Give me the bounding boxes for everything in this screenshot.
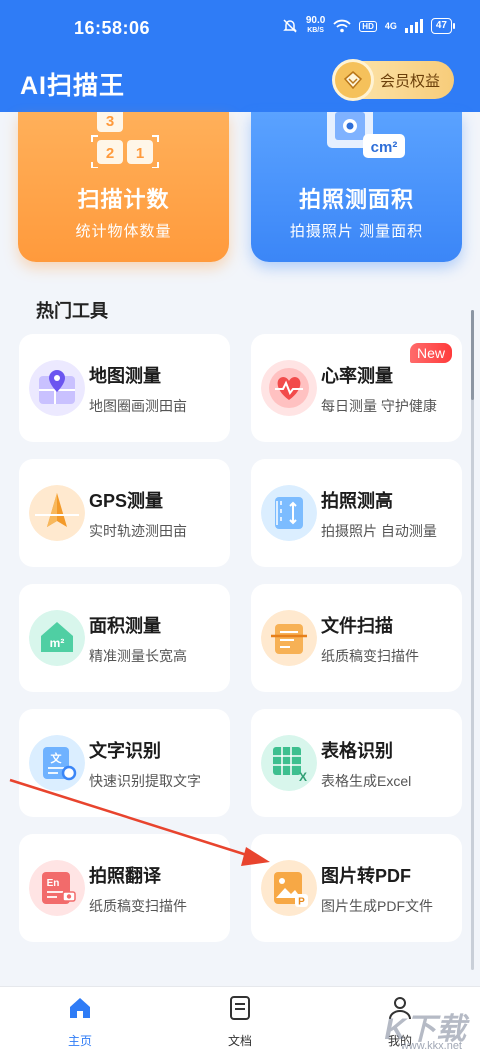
hot-tools-title: 热门工具 bbox=[36, 301, 108, 321]
vip-benefits-label: 会员权益 bbox=[380, 72, 441, 90]
feature-card-scan-count[interactable]: 3 2 1 扫描计数 统计物体数量 bbox=[18, 112, 229, 262]
tool-desc: 表格生成Excel bbox=[321, 773, 412, 789]
tool-desc: 拍摄照片 自动测量 bbox=[321, 523, 437, 539]
nav-home-label: 主页 bbox=[67, 1034, 92, 1048]
status-bar: 16:58:06 90.0 KB/S HD 4G 47 bbox=[0, 0, 480, 52]
tool-name: 心率测量 bbox=[321, 366, 393, 386]
pdf-glyph: P bbox=[298, 897, 305, 908]
network-speed: 90.0 KB/S bbox=[306, 16, 325, 36]
home-icon bbox=[70, 998, 90, 1018]
scrollbar-thumb[interactable] bbox=[471, 310, 474, 400]
count-digit-3: 3 bbox=[106, 113, 114, 130]
tool-desc: 地图圈画测田亩 bbox=[89, 398, 187, 414]
tool-name: 文字识别 bbox=[89, 741, 161, 761]
tool-photo-height[interactable]: 拍照测高 拍摄照片 自动测量 bbox=[251, 459, 462, 567]
tool-map-measure[interactable]: 地图测量 地图圈画测田亩 bbox=[19, 334, 230, 442]
tool-photo-translate[interactable]: En 拍照翻译 纸质稿变扫描件 bbox=[19, 834, 230, 942]
excel-glyph: X bbox=[299, 770, 307, 784]
tool-desc: 纸质稿变扫描件 bbox=[89, 898, 187, 914]
area-unit-label: cm² bbox=[371, 139, 398, 156]
tool-name: 图片转PDF bbox=[321, 866, 411, 886]
tool-desc: 快速识别提取文字 bbox=[89, 773, 201, 789]
signal-icon bbox=[404, 19, 423, 33]
tool-desc: 纸质稿变扫描件 bbox=[321, 648, 419, 664]
nav-documents[interactable]: 文档 bbox=[200, 995, 280, 1049]
gps-compass-icon bbox=[29, 485, 85, 541]
tool-desc: 图片生成PDF文件 bbox=[321, 898, 433, 914]
document-icon bbox=[230, 996, 250, 1020]
tool-name: 地图测量 bbox=[89, 366, 161, 386]
wifi-icon bbox=[333, 19, 351, 33]
tool-desc: 每日测量 守护健康 bbox=[321, 398, 437, 414]
tool-name: 面积测量 bbox=[89, 616, 161, 636]
area-measure-icon: cm² bbox=[327, 112, 405, 158]
network-type: 4G bbox=[384, 21, 397, 31]
mute-bell-icon bbox=[283, 19, 297, 33]
tool-name: 拍照测高 bbox=[321, 491, 393, 511]
photo-translate-icon: En bbox=[29, 860, 85, 916]
app-title: AI扫描王 bbox=[20, 72, 126, 100]
hd-badge: HD bbox=[359, 20, 377, 32]
vip-diamond-icon bbox=[332, 59, 374, 101]
area-house-icon: m² bbox=[29, 610, 85, 666]
count-digit-1: 1 bbox=[136, 145, 144, 162]
feature-card-title: 拍照测面积 bbox=[298, 187, 414, 212]
tool-heart-rate[interactable]: 心率测量 每日测量 守护健康 New bbox=[251, 334, 462, 442]
feature-card-title: 扫描计数 bbox=[77, 187, 170, 212]
vip-benefits-button[interactable]: 会员权益 bbox=[332, 59, 454, 101]
feature-card-photo-area[interactable]: cm² 拍照测面积 拍摄照片 测量面积 bbox=[251, 112, 462, 262]
document-scan-icon bbox=[261, 610, 317, 666]
heart-rate-icon bbox=[261, 360, 317, 416]
table-excel-icon: X bbox=[261, 735, 317, 791]
status-icons: 90.0 KB/S HD 4G 47 bbox=[282, 16, 456, 36]
tool-gps-measure[interactable]: GPS测量 实时轨迹测田亩 bbox=[19, 459, 230, 567]
feature-card-subtitle: 统计物体数量 bbox=[75, 223, 172, 240]
feature-card-subtitle: 拍摄照片 测量面积 bbox=[289, 223, 424, 240]
tool-name: 拍照翻译 bbox=[89, 866, 161, 886]
tool-table-recognition[interactable]: X 表格识别 表格生成Excel bbox=[251, 709, 462, 817]
network-speed-value: 90.0 bbox=[305, 15, 326, 26]
count-blocks-icon: 3 2 1 bbox=[91, 112, 159, 168]
tool-desc: 精准测量长宽高 bbox=[89, 648, 187, 664]
status-time: 16:58:06 bbox=[74, 18, 151, 38]
scrollbar-track[interactable] bbox=[471, 310, 474, 970]
app-header: 16:58:06 90.0 KB/S HD 4G 47 AI扫描王 会员权益 bbox=[0, 0, 480, 112]
tool-area-measure[interactable]: m² 面积测量 精准测量长宽高 bbox=[19, 584, 230, 692]
map-pin-icon bbox=[29, 360, 85, 416]
text-recognition-glyph: 文 bbox=[51, 751, 63, 765]
tool-name: 表格识别 bbox=[321, 741, 393, 761]
image-to-pdf-icon: P bbox=[261, 860, 317, 916]
translate-glyph: En bbox=[47, 878, 60, 889]
height-measure-icon bbox=[261, 485, 317, 541]
tool-image-to-pdf[interactable]: P 图片转PDF 图片生成PDF文件 bbox=[251, 834, 462, 942]
tool-name: 文件扫描 bbox=[321, 616, 393, 636]
network-speed-unit: KB/S bbox=[307, 27, 324, 34]
tool-document-scan[interactable]: 文件扫描 纸质稿变扫描件 bbox=[251, 584, 462, 692]
text-recognition-icon: 文 bbox=[29, 735, 85, 791]
battery-indicator: 47 bbox=[430, 18, 456, 34]
new-badge: New bbox=[409, 343, 452, 363]
tool-text-recognition[interactable]: 文 文字识别 快速识别提取文字 bbox=[19, 709, 230, 817]
area-house-unit: m² bbox=[50, 636, 65, 650]
nav-home[interactable]: 主页 bbox=[40, 995, 120, 1049]
nav-documents-label: 文档 bbox=[227, 1034, 252, 1048]
tool-desc: 实时轨迹测田亩 bbox=[89, 523, 187, 539]
watermark-url: www.kkx.net bbox=[400, 1040, 462, 1052]
tool-name: GPS测量 bbox=[89, 491, 164, 511]
count-digit-2: 2 bbox=[106, 145, 114, 162]
